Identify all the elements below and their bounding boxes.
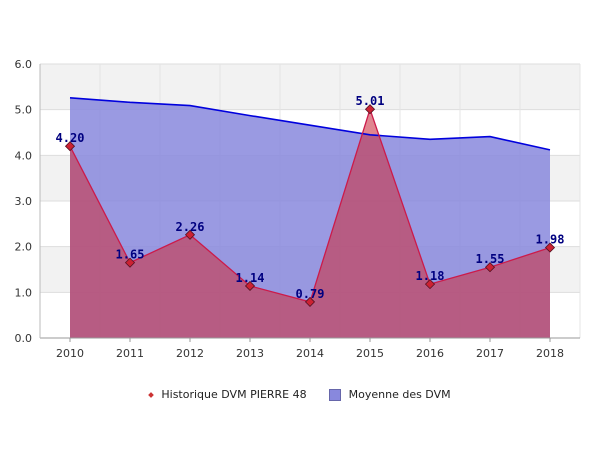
legend-box-marker [328, 388, 341, 401]
x-tick-label: 2015 [356, 347, 384, 360]
y-tick-label: 4.0 [15, 149, 33, 162]
y-tick-label: 3.0 [15, 195, 33, 208]
x-tick-label: 2016 [416, 347, 444, 360]
data-label: 1.14 [236, 271, 265, 285]
y-tick-label: 2.0 [15, 241, 33, 254]
legend-item-historique: Historique DVM PIERRE 48 [148, 388, 307, 401]
x-tick-label: 2013 [236, 347, 264, 360]
y-axis-ticks: 0.0 1.0 2.0 3.0 4.0 5.0 6.0 [15, 58, 33, 345]
data-label: 4.20 [56, 131, 85, 145]
legend-label-moyenne: Moyenne des DVM [348, 388, 451, 401]
x-tick-label: 2012 [176, 347, 204, 360]
x-tick-label: 2014 [296, 347, 324, 360]
data-label: 0.79 [296, 287, 325, 301]
data-label: 1.65 [116, 248, 145, 262]
legend-item-moyenne: Moyenne des DVM [328, 388, 451, 401]
data-label: 1.55 [476, 252, 505, 266]
legend-label-historique: Historique DVM PIERRE 48 [161, 388, 307, 401]
data-label: 1.18 [416, 269, 445, 283]
x-axis-ticks: 2010 2011 2012 2013 2014 2015 2016 2017 2018 [56, 347, 564, 360]
x-tick-label: 2010 [56, 347, 84, 360]
legend: Historique DVM PIERRE 48 Moyenne des DVM [0, 388, 600, 401]
x-tick-label: 2017 [476, 347, 504, 360]
legend-diamond-marker [148, 391, 155, 398]
data-label: 5.01 [356, 94, 385, 108]
y-tick-label: 0.0 [15, 332, 33, 345]
y-tick-label: 1.0 [15, 286, 33, 299]
x-tick-label: 2011 [116, 347, 144, 360]
x-tick-label: 2018 [536, 347, 564, 360]
data-label: 2.26 [176, 220, 205, 234]
data-label: 1.98 [536, 233, 565, 247]
chart-area: 4.20 1.65 2.26 1.14 0.79 5.01 1.18 1.55 1.98 0.0… [15, 58, 581, 360]
y-tick-label: 6.0 [15, 58, 33, 71]
y-tick-label: 5.0 [15, 104, 33, 117]
